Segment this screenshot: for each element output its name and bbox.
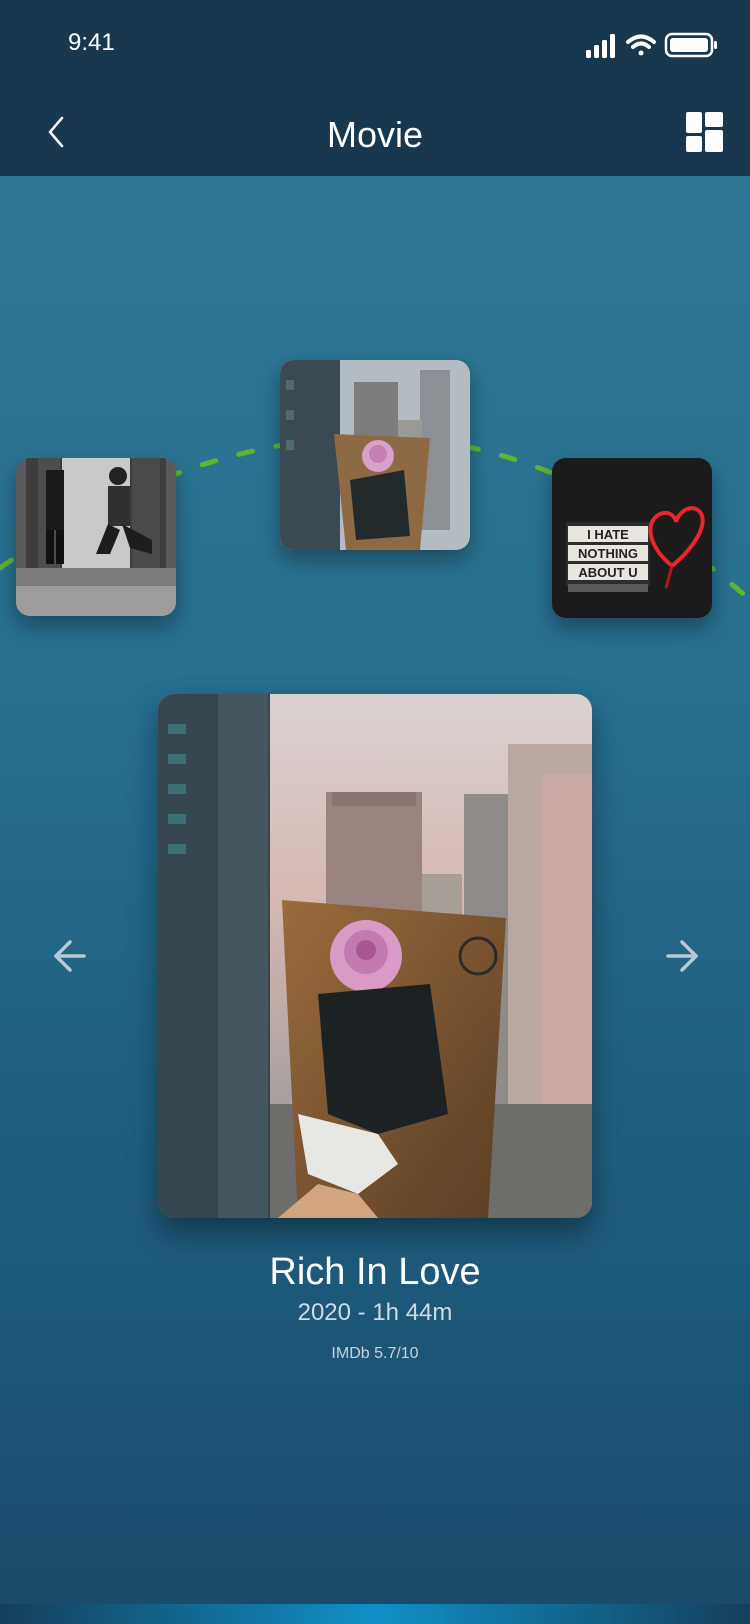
lightbox-line-2: NOTHING — [578, 546, 638, 561]
movie-rating: IMDb 5.7/10 — [331, 1345, 419, 1362]
arrow-left-icon — [54, 940, 86, 972]
grid-icon — [686, 112, 723, 152]
status-icons — [586, 32, 717, 58]
page-title: Movie — [326, 114, 424, 155]
neon-heart-lightbox-image: I HATE NOTHING ABOUT U — [552, 458, 712, 618]
rose-bouquet-city-image — [158, 694, 592, 1218]
carousel-thumb-center[interactable] — [280, 360, 470, 550]
bottom-glow-bar — [0, 1604, 750, 1624]
movie-title: Rich In Love — [269, 1251, 481, 1293]
view-toggle-button[interactable] — [680, 108, 728, 156]
carousel-thumb-right[interactable]: I HATE NOTHING ABOUT U — [552, 458, 712, 618]
lightbox-line-3: ABOUT U — [578, 565, 637, 580]
wifi-icon — [626, 34, 656, 56]
lightbox-line-1: I HATE — [587, 527, 629, 542]
rose-bouquet-thumb-image — [280, 360, 470, 550]
featured-poster[interactable] — [158, 694, 592, 1218]
arrow-right-icon — [666, 940, 698, 972]
movie-year-duration: 2020 - 1h 44m — [297, 1299, 453, 1326]
previous-button[interactable] — [44, 930, 96, 982]
status-time: 9:41 — [68, 29, 115, 56]
signal-icon — [586, 34, 615, 58]
next-button[interactable] — [656, 930, 708, 982]
carousel-thumb-left[interactable] — [16, 458, 176, 616]
battery-icon — [664, 32, 717, 58]
couple-proposal-image — [16, 458, 176, 616]
top-bar: 9:41 Movie — [0, 0, 750, 176]
